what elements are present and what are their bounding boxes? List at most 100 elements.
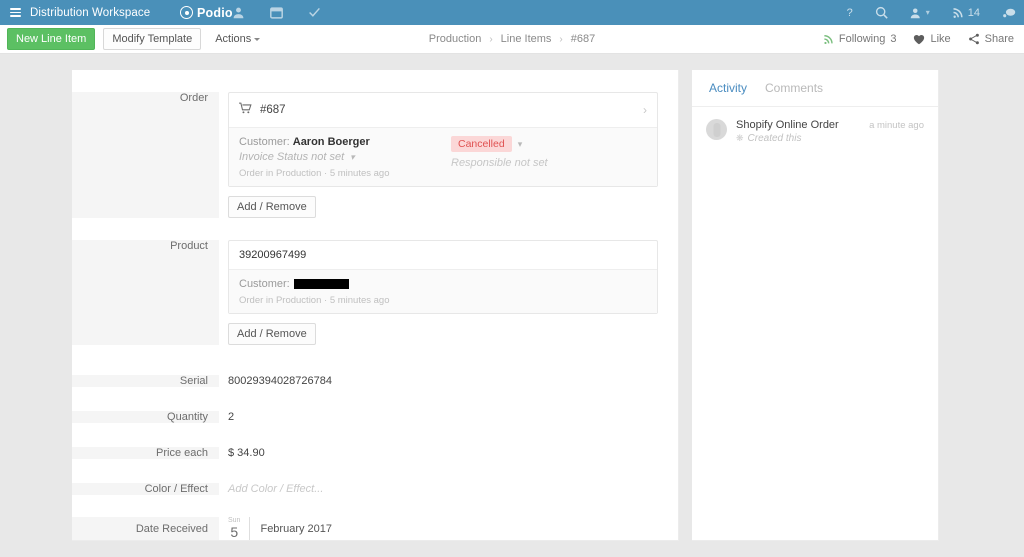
product-customer-label: Customer: bbox=[239, 278, 290, 291]
podio-logo[interactable]: Podio bbox=[180, 6, 233, 20]
field-value-price-each[interactable]: $ 34.90 bbox=[219, 447, 678, 459]
modify-template-button[interactable]: Modify Template bbox=[103, 27, 202, 51]
action-bar: New Line Item Modify Template Actions Pr… bbox=[0, 25, 1024, 54]
field-row-serial: Serial 80029394028726784 bbox=[72, 345, 678, 388]
chat-icon[interactable] bbox=[1002, 7, 1016, 19]
field-row-product: Product 39200967499 Customer: Order in P… bbox=[72, 218, 678, 346]
field-label-price-each: Price each bbox=[72, 447, 219, 460]
product-card-meta: Order in Production · 5 minutes ago bbox=[239, 295, 390, 307]
header-app-icons bbox=[232, 6, 321, 19]
podio-mark-icon bbox=[180, 6, 193, 19]
field-label-color-effect: Color / Effect bbox=[72, 483, 219, 496]
field-value-serial[interactable]: 80029394028726784 bbox=[219, 375, 678, 387]
profile-icon[interactable]: ▾ bbox=[910, 7, 930, 19]
field-row-price-each: Price each $ 34.90 bbox=[72, 423, 678, 460]
share-button[interactable]: Share bbox=[968, 33, 1014, 45]
status-badge: Cancelled bbox=[451, 136, 512, 152]
field-value-order: #687 › Customer: Aaron Boerger Invoice S… bbox=[219, 92, 678, 219]
chevron-right-icon[interactable]: › bbox=[643, 103, 647, 117]
heart-icon bbox=[914, 34, 925, 44]
field-value-date-received[interactable]: Sun 5 February 2017 bbox=[219, 517, 678, 541]
new-line-item-button[interactable]: New Line Item bbox=[7, 27, 96, 51]
order-card-right-column: Cancelled ▾ Responsible not set bbox=[451, 136, 548, 169]
field-value-quantity[interactable]: 2 bbox=[219, 411, 678, 423]
order-card-body: Customer: Aaron Boerger Invoice Status n… bbox=[229, 128, 657, 186]
share-icon bbox=[968, 33, 979, 45]
like-button[interactable]: Like bbox=[913, 33, 951, 45]
order-invoice-status: Invoice Status not set bbox=[239, 151, 345, 163]
field-row-order: Order #687 › Customer: Aaron Boerger Inv… bbox=[72, 70, 678, 219]
redacted-customer-name bbox=[293, 279, 349, 290]
date-day-box: Sun 5 bbox=[228, 517, 251, 541]
order-status-row[interactable]: Cancelled ▾ bbox=[451, 136, 548, 152]
activity-panel: Activity Comments Shopify Online Order ❋… bbox=[692, 70, 939, 542]
field-label-product: Product bbox=[72, 240, 219, 346]
like-label: Like bbox=[930, 33, 951, 45]
contacts-icon[interactable] bbox=[232, 6, 245, 19]
breadcrumb-separator-icon: › bbox=[559, 33, 563, 45]
help-icon[interactable]: ? bbox=[847, 7, 853, 19]
order-customer-label: Customer: bbox=[239, 136, 290, 148]
order-card-title: #687 bbox=[260, 104, 286, 116]
tasks-icon[interactable] bbox=[308, 6, 321, 19]
order-customer-name: Aaron Boerger bbox=[292, 136, 370, 148]
stream-icon bbox=[824, 34, 833, 44]
chevron-down-icon[interactable]: ▾ bbox=[350, 152, 355, 163]
avatar bbox=[706, 119, 727, 140]
workspace-name[interactable]: Distribution Workspace bbox=[30, 7, 150, 19]
tab-comments[interactable]: Comments bbox=[765, 81, 823, 97]
date-day-number: 5 bbox=[230, 524, 239, 541]
page-body: Order #687 › Customer: Aaron Boerger Inv… bbox=[0, 54, 1024, 542]
date-day-of-week: Sun bbox=[228, 517, 241, 525]
field-value-product: 39200967499 Customer: Order in Productio… bbox=[219, 240, 678, 346]
chevron-down-icon bbox=[254, 37, 261, 41]
breadcrumb-item-line-items[interactable]: Line Items bbox=[501, 33, 552, 45]
field-label-serial: Serial bbox=[72, 375, 219, 388]
following-label: Following bbox=[838, 33, 886, 45]
order-card-meta: Order in Production · 5 minutes ago bbox=[239, 168, 390, 179]
product-customer-row: Customer: bbox=[239, 278, 647, 290]
stream-notifications[interactable]: 14 bbox=[952, 7, 980, 19]
action-bar-right: Following 3 Like Share bbox=[823, 33, 1014, 45]
tab-activity[interactable]: Activity bbox=[709, 81, 747, 97]
share-label: Share bbox=[984, 33, 1014, 45]
breadcrumb: Production › Line Items › #687 bbox=[429, 33, 596, 45]
activity-timestamp: a minute ago bbox=[869, 120, 924, 131]
search-icon[interactable] bbox=[875, 6, 888, 19]
activity-action-row: ❋ Created this bbox=[736, 133, 924, 144]
cart-icon bbox=[239, 101, 252, 119]
product-card-body: Customer: Order in Production · 5 minute… bbox=[229, 270, 657, 314]
order-responsible[interactable]: Responsible not set bbox=[451, 157, 548, 169]
date-month-year: February 2017 bbox=[260, 522, 333, 535]
breadcrumb-separator-icon: › bbox=[489, 33, 493, 45]
order-add-remove-button[interactable]: Add / Remove bbox=[228, 196, 316, 219]
field-label-date-received: Date Received bbox=[72, 517, 219, 541]
header-right-icons: ? ▾ 14 bbox=[847, 6, 1016, 19]
product-reference-card[interactable]: 39200967499 Customer: Order in Productio… bbox=[228, 240, 658, 315]
following-count: 3 bbox=[890, 33, 897, 45]
order-card-header[interactable]: #687 › bbox=[229, 93, 657, 128]
apps-icon[interactable] bbox=[270, 6, 283, 19]
product-card-title: 39200967499 bbox=[229, 241, 657, 271]
field-row-quantity: Quantity 2 bbox=[72, 387, 678, 424]
field-value-color-effect[interactable]: Add Color / Effect... bbox=[219, 483, 678, 495]
hamburger-icon[interactable] bbox=[10, 8, 21, 17]
activity-list-item: Shopify Online Order ❋ Created this a mi… bbox=[692, 107, 938, 144]
order-customer-row: Customer: Aaron Boerger bbox=[239, 136, 647, 148]
breadcrumb-item-current: #687 bbox=[570, 33, 596, 45]
field-label-order: Order bbox=[72, 92, 219, 219]
following-button[interactable]: Following 3 bbox=[823, 33, 897, 45]
activity-tabs: Activity Comments bbox=[692, 70, 938, 107]
order-invoice-status-row[interactable]: Invoice Status not set ▾ bbox=[239, 151, 647, 163]
actions-menu-label: Actions bbox=[215, 33, 252, 45]
date-display[interactable]: Sun 5 February 2017 bbox=[228, 517, 678, 541]
notification-count: 14 bbox=[967, 6, 980, 19]
order-reference-card[interactable]: #687 › Customer: Aaron Boerger Invoice S… bbox=[228, 92, 658, 187]
actions-menu-button[interactable]: Actions bbox=[215, 33, 261, 45]
field-row-date-received: Date Received Sun 5 February 2017 bbox=[72, 495, 678, 541]
item-detail-card: Order #687 › Customer: Aaron Boerger Inv… bbox=[72, 70, 679, 542]
breadcrumb-item-production[interactable]: Production bbox=[429, 33, 482, 45]
chevron-down-icon[interactable]: ▾ bbox=[518, 139, 523, 150]
product-add-remove-button[interactable]: Add / Remove bbox=[228, 323, 316, 346]
activity-action: Created this bbox=[747, 133, 802, 144]
